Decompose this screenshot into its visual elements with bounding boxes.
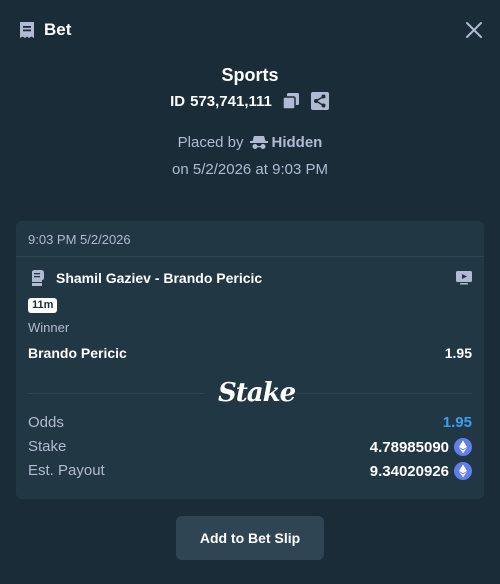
stake-value: 4.78985090 — [369, 438, 449, 456]
divider-line — [28, 393, 204, 394]
divider-line — [296, 393, 472, 394]
modal-header: Bet — [0, 0, 500, 60]
placed-by-row: Placed by Hidden — [0, 131, 500, 153]
placed-by-user: Hidden — [271, 133, 323, 151]
placed-by-label: Placed by — [177, 133, 244, 151]
share-icon[interactable] — [310, 91, 330, 111]
placed-date: on 5/2/2026 at 9:03 PM — [172, 161, 328, 178]
bet-id-row: ID 573,741,111 — [0, 90, 500, 112]
logo-divider: Stake — [28, 376, 472, 410]
stake-value-group: 4.78985090 — [370, 438, 472, 456]
close-icon[interactable] — [464, 20, 484, 40]
selection-row: Brando Pericic 1.95 — [28, 345, 472, 365]
ethereum-icon — [454, 462, 472, 480]
bet-timestamp: 9:03 PM 5/2/2026 — [16, 221, 484, 257]
bet-slip-icon — [20, 22, 34, 38]
bet-id-value: 573,741,111 — [190, 92, 272, 110]
stake-row: Stake 4.78985090 — [28, 438, 472, 458]
payout-value: 9.34020926 — [369, 462, 449, 480]
bet-card: 9:03 PM 5/2/2026 Shamil Gaziev - Brando … — [16, 221, 484, 499]
ethereum-icon — [454, 438, 472, 456]
market-label: Winner — [28, 320, 70, 335]
boxing-glove-icon — [32, 270, 44, 286]
selection-name: Brando Pericic — [28, 345, 127, 361]
stake-logo: Stake — [218, 378, 296, 408]
add-to-bet-slip-button[interactable]: Add to Bet Slip — [176, 516, 324, 560]
modal-title: Bet — [44, 20, 72, 39]
odds-row: Odds 1.95 — [28, 414, 472, 434]
incognito-icon — [249, 136, 268, 149]
match-row: Shamil Gaziev - Brando Pericic — [28, 267, 472, 289]
payout-label: Est. Payout — [28, 462, 105, 479]
live-stream-icon[interactable] — [456, 271, 472, 285]
bet-id-label: ID — [170, 92, 186, 110]
stake-label: Stake — [28, 438, 67, 455]
payout-value-group: 9.34020926 — [370, 462, 472, 480]
match-name[interactable]: Shamil Gaziev - Brando Pericic — [56, 269, 262, 287]
copy-icon[interactable] — [281, 91, 301, 111]
selection-odds: 1.95 — [444, 345, 472, 361]
odds-label: Odds — [28, 414, 64, 431]
sport-title: Sports — [221, 65, 279, 85]
payout-row: Est. Payout 9.34020926 — [28, 462, 472, 482]
odds-value: 1.95 — [442, 414, 472, 431]
time-badge: 11m — [28, 298, 58, 313]
